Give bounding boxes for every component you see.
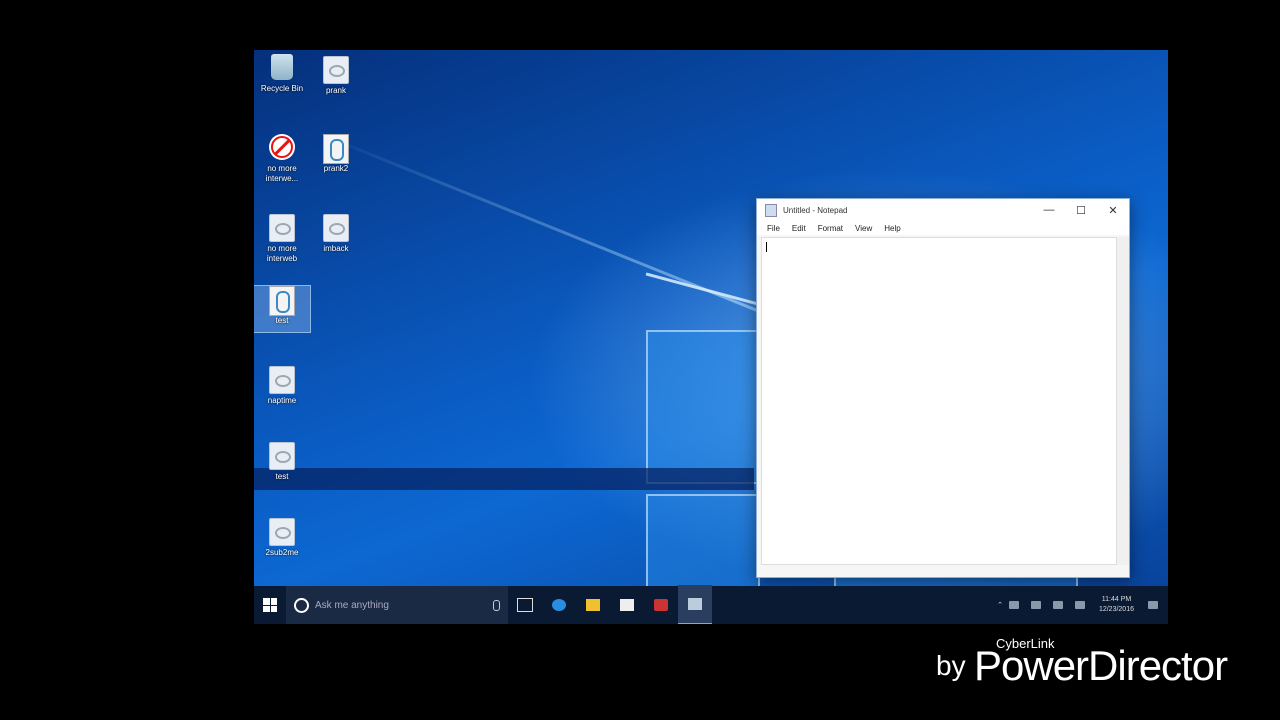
close-icon[interactable]: ✕ (1097, 204, 1129, 217)
edge-icon (552, 599, 566, 611)
clock-date: 12/23/2016 (1098, 606, 1134, 613)
start-button[interactable] (254, 586, 286, 624)
app-icon (654, 599, 668, 611)
desktop-icon-2sub2me[interactable]: 2sub2me (254, 518, 310, 558)
folder-icon (586, 599, 600, 611)
desktop-icon-label: prank2 (323, 164, 349, 173)
desktop-icon-recycle-bin[interactable]: Recycle Bin (254, 54, 310, 94)
desktop-icon-label: 2sub2me (265, 548, 299, 557)
desktop-icon-naptime[interactable]: naptime (254, 366, 310, 406)
script-icon (323, 134, 349, 164)
desktop-icon-label: Recycle Bin (260, 84, 304, 93)
edge-button[interactable] (542, 586, 576, 624)
wallpaper-light-beam (645, 272, 763, 307)
maximize-icon[interactable]: ☐ (1065, 204, 1097, 217)
store-button[interactable] (610, 586, 644, 624)
menu-view[interactable]: View (855, 224, 872, 233)
recycle-bin-icon (271, 54, 293, 80)
cortana-icon (294, 597, 309, 613)
volume-icon[interactable] (1052, 601, 1063, 609)
desktop-icon-prank[interactable]: prank (308, 56, 364, 96)
windows-logo-icon (263, 598, 277, 612)
menu-format[interactable]: Format (818, 224, 843, 233)
file-icon (269, 518, 295, 546)
menu-bar: File Edit Format View Help (757, 221, 1129, 235)
minimize-icon[interactable]: — (1033, 204, 1065, 216)
wallpaper-window-pane (646, 330, 760, 484)
system-tray: ⌃ 11:44 PM 12/23/2016 (997, 595, 1168, 615)
desktop-icon-label: no more interwe... (265, 164, 299, 183)
desktop-icon-label: imback (323, 244, 349, 253)
desktop-icon-label: naptime (267, 396, 297, 405)
desktop-icon-label: test (275, 472, 289, 481)
desktop-icon-label: no more interweb (266, 244, 298, 263)
wallpaper-window-pane (646, 494, 760, 590)
clock[interactable]: 11:44 PM 12/23/2016 (1099, 595, 1134, 615)
notepad-taskbar-button[interactable] (678, 585, 712, 624)
window-title: Untitled - Notepad (783, 205, 848, 215)
task-view-button[interactable] (508, 586, 542, 624)
file-icon (323, 56, 349, 84)
clock-time: 11:44 PM (1101, 596, 1132, 603)
keyboard-icon[interactable] (1074, 601, 1085, 609)
network-icon[interactable] (1030, 601, 1041, 609)
action-center-icon[interactable] (1148, 601, 1158, 609)
taskbar: Ask me anything ⌃ 11:44 PM 12/23/2016 (254, 585, 1168, 624)
file-icon (269, 442, 295, 470)
watermark-by: by (936, 650, 966, 681)
vertical-scrollbar[interactable] (1117, 237, 1129, 565)
file-explorer-button[interactable] (576, 586, 610, 624)
desktop-icon-test[interactable]: test (254, 442, 310, 482)
file-icon (269, 366, 295, 394)
text-editor-area[interactable] (761, 237, 1117, 565)
menu-edit[interactable]: Edit (792, 224, 806, 233)
chevron-up-icon[interactable]: ⌃ (997, 601, 1003, 609)
script-icon (269, 286, 295, 316)
store-icon (620, 599, 634, 611)
desktop-screen: Recycle Bin prank no more interwe... pra… (254, 50, 1168, 624)
notepad-icon (688, 598, 702, 610)
no-entry-shortcut-icon (269, 134, 295, 160)
watermark-brand-large: PowerDirector (974, 642, 1228, 689)
microphone-icon[interactable] (493, 599, 500, 611)
notepad-icon (765, 203, 777, 217)
notepad-titlebar[interactable]: Untitled - Notepad — ☐ ✕ (757, 199, 1129, 221)
text-caret (766, 242, 767, 252)
wallpaper-band (254, 468, 754, 490)
menu-help[interactable]: Help (884, 224, 900, 233)
menu-file[interactable]: File (767, 224, 780, 233)
desktop-icon-no-more-interwe[interactable]: no more interwe... (254, 134, 310, 184)
desktop-icon-label: prank (325, 86, 346, 95)
file-icon (323, 214, 349, 242)
desktop-icon-test-selected[interactable]: test (254, 285, 311, 333)
desktop-icon-imback[interactable]: imback (308, 214, 364, 254)
app-button[interactable] (644, 586, 678, 624)
cortana-search-box[interactable]: Ask me anything (286, 586, 508, 624)
file-icon (269, 214, 295, 242)
task-view-icon (517, 598, 533, 612)
notepad-window[interactable]: Untitled - Notepad — ☐ ✕ File Edit Forma… (756, 198, 1130, 578)
desktop-icon-no-more-interweb[interactable]: no more interweb (254, 214, 310, 264)
search-placeholder: Ask me anything (315, 599, 389, 611)
battery-icon[interactable] (1008, 601, 1019, 609)
desktop-icon-prank2[interactable]: prank2 (308, 134, 364, 174)
desktop-icon-label: test (275, 316, 289, 325)
